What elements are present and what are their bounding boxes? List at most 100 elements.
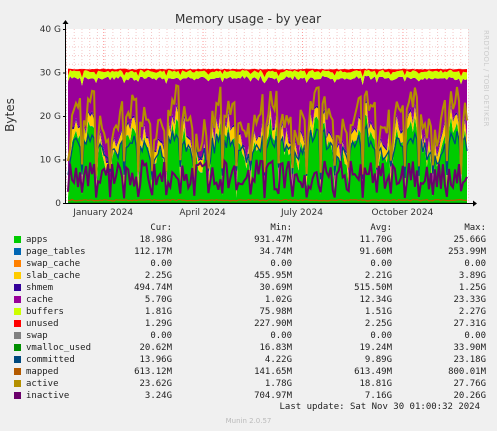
y-tick-label: 0 xyxy=(55,199,61,209)
legend-swatch xyxy=(14,344,21,351)
munin-version: Munin 2.0.57 xyxy=(225,417,272,425)
legend-value: 1.51G xyxy=(364,307,392,317)
legend-row: cache 5.70G 1.02G 12.34G 23.33G xyxy=(12,294,488,306)
legend-series-name: slab_cache xyxy=(26,271,81,281)
legend-series-name: page_tables xyxy=(26,247,86,257)
y-tick-label: 40 G xyxy=(40,25,61,35)
legend-row: mapped 613.12M 141.65M 613.49M 800.01M xyxy=(12,366,488,378)
legend-column-header: Max: xyxy=(464,223,486,233)
legend-value: 25.66G xyxy=(453,235,486,245)
legend-value: 34.74M xyxy=(259,247,292,257)
legend-row: apps 18.98G 931.47M 11.70G 25.66G xyxy=(12,234,488,246)
legend-value: 0.00 xyxy=(464,331,486,341)
legend-value: 20.26G xyxy=(453,391,486,401)
chart-title: Memory usage - by year xyxy=(175,12,321,26)
legend-swatch xyxy=(14,332,21,339)
legend-series-name: shmem xyxy=(26,283,54,293)
legend-value: 227.90M xyxy=(254,319,292,329)
legend-value: 33.90M xyxy=(453,343,486,353)
legend-value: 18.81G xyxy=(359,379,392,389)
last-update: Last update: Sat Nov 30 01:00:32 2024 xyxy=(279,402,480,412)
legend-row: committed 13.96G 4.22G 9.89G 23.18G xyxy=(12,354,488,366)
legend-series-name: unused xyxy=(26,319,59,329)
legend-value: 75.98M xyxy=(259,307,292,317)
legend-swatch xyxy=(14,296,21,303)
legend-series-name: swap xyxy=(26,331,48,341)
legend-value: 30.69M xyxy=(259,283,292,293)
legend-row: unused 1.29G 227.90M 2.25G 27.31G xyxy=(12,318,488,330)
legend-swatch xyxy=(14,320,21,327)
legend-value: 1.25G xyxy=(458,283,486,293)
legend-series-name: inactive xyxy=(26,391,70,401)
legend-swatch xyxy=(14,248,21,255)
legend-value: 7.16G xyxy=(364,391,392,401)
legend-row: page_tables 112.17M 34.74M 91.60M 253.99M xyxy=(12,246,488,258)
legend-value: 0.00 xyxy=(150,331,172,341)
legend-series-name: mapped xyxy=(26,367,59,377)
x-tick-label: January 2024 xyxy=(72,208,133,218)
legend-value: 23.62G xyxy=(139,379,172,389)
legend-value: 12.34G xyxy=(359,295,392,305)
legend-value: 0.00 xyxy=(464,259,486,269)
legend-value: 3.24G xyxy=(144,391,172,401)
legend-value: 613.12M xyxy=(134,367,172,377)
legend-swatch xyxy=(14,236,21,243)
legend-swatch xyxy=(14,308,21,315)
legend-value: 20.62M xyxy=(139,343,172,353)
legend-value: 3.89G xyxy=(458,271,486,281)
legend-series-name: active xyxy=(26,379,59,389)
x-tick-label: July 2024 xyxy=(280,208,323,218)
legend-value: 2.27G xyxy=(458,307,486,317)
legend-column-header: Min: xyxy=(270,223,292,233)
legend-column-header: Avg: xyxy=(370,223,392,233)
legend-value: 18.98G xyxy=(139,235,172,245)
legend-row: shmem 494.74M 30.69M 515.50M 1.25G xyxy=(12,282,488,294)
legend-series-name: apps xyxy=(26,235,48,245)
y-tick-label: 30 G xyxy=(40,69,61,79)
legend-value: 13.96G xyxy=(139,355,172,365)
legend-series-name: committed xyxy=(26,355,75,365)
legend-value: 494.74M xyxy=(134,283,172,293)
legend-row: inactive 3.24G 704.97M 7.16G 20.26G xyxy=(12,390,488,402)
legend-value: 800.01M xyxy=(448,367,486,377)
legend-value: 19.24M xyxy=(359,343,392,353)
legend-value: 1.29G xyxy=(144,319,172,329)
x-axis-arrow xyxy=(473,200,477,207)
rrdtool-credit: RRDTOOL / TOBI OETIKER xyxy=(482,30,490,127)
legend-value: 455.95M xyxy=(254,271,292,281)
legend-value: 0.00 xyxy=(270,259,292,269)
legend-value: 23.33G xyxy=(453,295,486,305)
y-tick-label: 20 G xyxy=(40,112,61,122)
legend-value: 9.89G xyxy=(364,355,392,365)
x-tick-label: October 2024 xyxy=(372,208,434,218)
legend-value: 2.25G xyxy=(364,319,392,329)
legend-swatch xyxy=(14,272,21,279)
legend-value: 112.17M xyxy=(134,247,172,257)
y-tick-label: 10 G xyxy=(40,156,61,166)
legend-value: 23.18G xyxy=(453,355,486,365)
legend-value: 4.22G xyxy=(264,355,292,365)
legend-series-name: cache xyxy=(26,295,54,305)
legend-value: 0.00 xyxy=(370,331,392,341)
legend-row: active 23.62G 1.78G 18.81G 27.76G xyxy=(12,378,488,390)
legend-value: 0.00 xyxy=(150,259,172,269)
legend-value: 141.65M xyxy=(254,367,292,377)
legend-value: 16.83M xyxy=(259,343,292,353)
legend-swatch xyxy=(14,380,21,387)
legend-swatch xyxy=(14,260,21,267)
legend-value: 1.02G xyxy=(264,295,292,305)
legend-swatch xyxy=(14,368,21,375)
legend-swatch xyxy=(14,284,21,291)
y-axis-arrow xyxy=(62,20,69,24)
legend-series-name: buffers xyxy=(26,307,64,317)
legend: Cur: Min: Avg: Max: apps 18.98G 931.47M 11.70G 2… xyxy=(12,222,488,402)
legend-value: 1.81G xyxy=(144,307,172,317)
legend-row: slab_cache 2.25G 455.95M 2.21G 3.89G xyxy=(12,270,488,282)
legend-value: 11.70G xyxy=(359,235,392,245)
legend-value: 91.60M xyxy=(359,247,392,257)
legend-value: 613.49M xyxy=(354,367,392,377)
x-tick-label: April 2024 xyxy=(179,208,226,218)
legend-value: 704.97M xyxy=(254,391,292,401)
legend-row: swap_cache 0.00 0.00 0.00 0.00 xyxy=(12,258,488,270)
legend-column-header: Cur: xyxy=(150,223,172,233)
